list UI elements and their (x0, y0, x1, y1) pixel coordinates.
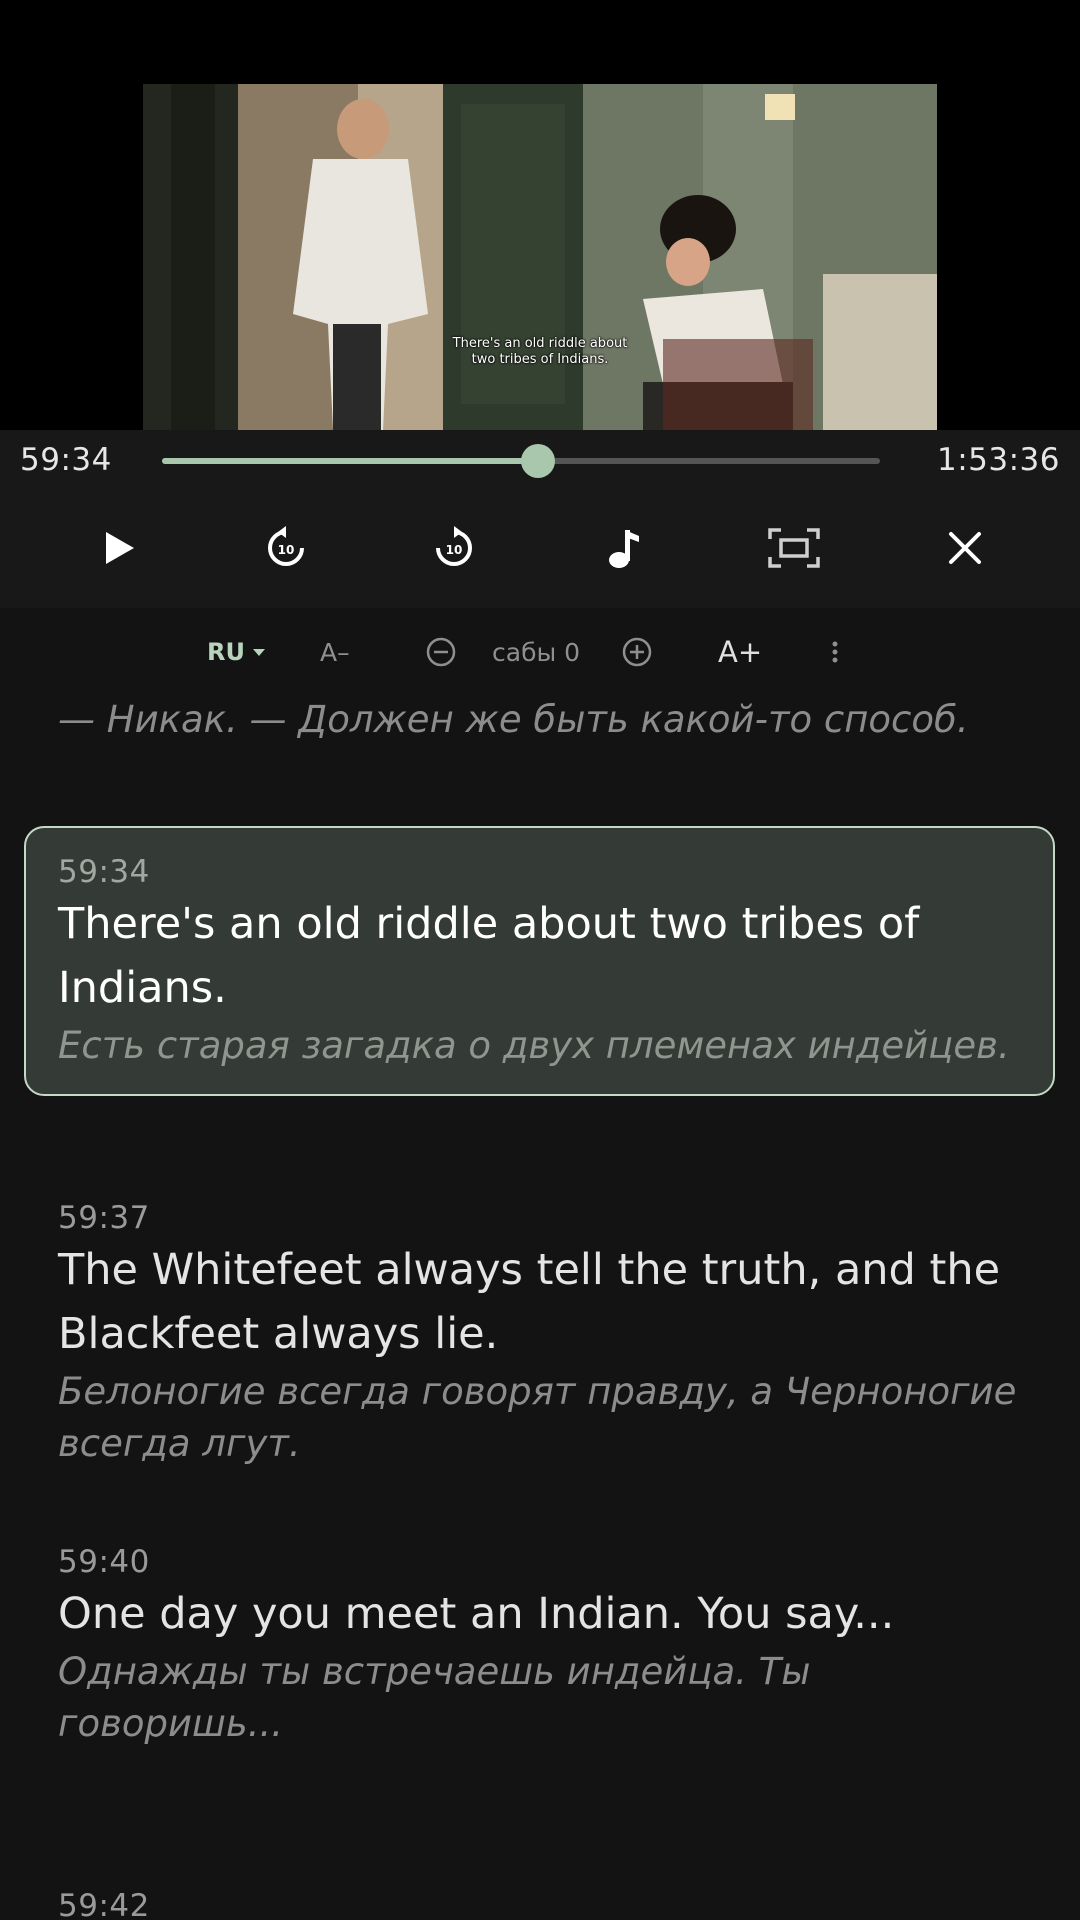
cue-translation: — Никак. — Должен же быть какой-то спосо… (58, 698, 969, 741)
svg-text:10: 10 (446, 543, 463, 557)
svg-text:10: 10 (278, 543, 295, 557)
close-button[interactable] (935, 518, 995, 578)
more-vert-icon (832, 641, 838, 663)
font-increase-button[interactable]: A+ (718, 632, 762, 672)
music-note-icon (609, 530, 639, 568)
subtitle-list[interactable]: — Никак. — Должен же быть какой-то спосо… (0, 694, 1080, 1920)
seek-bar-thumb[interactable] (521, 444, 556, 478)
replay-10-icon: 10 (268, 526, 304, 566)
play-button[interactable] (88, 518, 148, 578)
cue-original-text: There's an old riddle about two tribes o… (58, 899, 920, 1013)
cue-timestamp: 59:42 (58, 1888, 150, 1920)
cue-timestamp: 59:34 (58, 854, 150, 890)
more-options-button[interactable] (825, 632, 845, 672)
subtitle-cue[interactable]: — Никак. — Должен же быть какой-то спосо… (24, 694, 1055, 746)
total-time: 1:53:36 (936, 442, 1060, 478)
subtitle-cue[interactable]: 59:40 One day you meet an Indian. You sa… (24, 1542, 1055, 1750)
language-selector[interactable]: RU (207, 632, 265, 672)
seek-bar[interactable] (162, 444, 880, 478)
forward-10-icon: 10 (436, 526, 472, 566)
playback-controls: 10 10 (0, 490, 1080, 608)
offset-increase-button[interactable] (620, 632, 654, 672)
cue-timestamp: 59:37 (58, 1200, 150, 1236)
minus-circle-icon (426, 637, 456, 667)
timebar: 59:34 1:53:36 (0, 430, 1080, 490)
audio-track-button[interactable] (595, 518, 655, 578)
forward-10-button[interactable]: 10 (424, 518, 484, 578)
burned-subtitle-line: two tribes of Indians. (471, 352, 609, 367)
fullscreen-button[interactable] (764, 518, 824, 578)
subtitle-toolbar: RU A– сабы 0 A+ (0, 608, 1080, 694)
language-label: RU (207, 638, 245, 666)
plus-circle-icon (622, 637, 652, 667)
movie-scene-image (143, 84, 937, 430)
cue-translation: Однажды ты встречаешь индейца. Ты говори… (58, 1650, 811, 1745)
rewind-10-button[interactable]: 10 (256, 518, 316, 578)
burned-subtitle-line: There's an old riddle about (452, 336, 628, 351)
dropdown-caret-icon (252, 648, 265, 656)
burned-in-subtitle: There's an old riddle about two tribes o… (143, 336, 937, 368)
fullscreen-icon (768, 528, 820, 568)
video-player[interactable]: There's an old riddle about two tribes o… (0, 0, 1080, 430)
offset-decrease-button[interactable] (424, 632, 458, 672)
cue-original-text: One day you meet an Indian. You say... (58, 1589, 895, 1639)
cue-timestamp: 59:40 (58, 1544, 150, 1580)
close-icon (949, 532, 981, 564)
video-frame[interactable]: There's an old riddle about two tribes o… (143, 84, 937, 430)
subtitle-cue-active[interactable]: 59:34 There's an old riddle about two tr… (24, 826, 1055, 1096)
seek-bar-progress (162, 458, 539, 464)
font-decrease-button[interactable]: A– (320, 632, 350, 672)
cue-translation: Белоногие всегда говорят правду, а Черно… (58, 1370, 1017, 1465)
subtitle-offset-label: сабы 0 (492, 637, 581, 667)
subtitle-cue[interactable]: 59:42 (24, 1886, 1055, 1920)
play-icon (106, 532, 134, 564)
cue-translation: Есть старая загадка о двух племенах инде… (58, 1024, 1010, 1067)
cue-original-text: The Whitefeet always tell the truth, and… (58, 1245, 1001, 1359)
subtitle-cue[interactable]: 59:37 The Whitefeet always tell the trut… (24, 1198, 1055, 1470)
current-time: 59:34 (20, 442, 112, 478)
